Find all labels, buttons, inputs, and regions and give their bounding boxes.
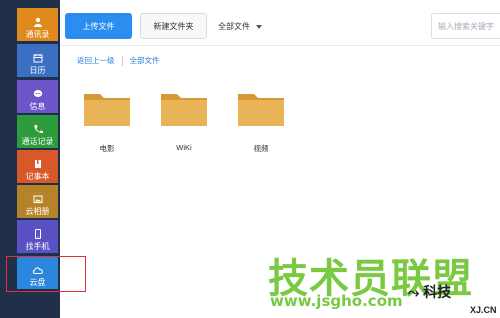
calendar-icon [32,52,44,64]
sidebar-item-calendar[interactable]: 日历 [17,44,58,77]
file-filter-label: 全部文件 [218,22,250,31]
sidebar-item-notepad[interactable]: 记事本 [17,150,58,183]
sidebar-item-cloud-album[interactable]: 云相册 [17,185,58,218]
all-files-link[interactable]: 全部文件 [130,55,160,66]
contacts-icon [32,16,44,28]
toolbar: 上传文件 新建文件夹 全部文件 输入搜索关键字 [60,0,500,46]
folder-item[interactable]: WiKi [159,88,209,152]
selection-highlight [6,256,86,292]
sidebar-item-messages[interactable]: 信息 [17,80,58,113]
sidebar-item-label: 记事本 [25,172,50,181]
sidebar-item-contacts[interactable]: 通讯录 [17,8,58,41]
watermark-badge-secondary: XJ.CN [470,305,497,315]
sidebar-item-label: 云相册 [25,207,50,216]
sidebar-item-label: 找手机 [25,242,50,251]
sidebar-item-find-phone[interactable]: 找手机 [17,220,58,253]
sidebar-item-label: 日历 [29,66,46,75]
breadcrumb: 返回上一级 全部文件 [77,55,160,66]
upload-button[interactable]: 上传文件 [65,13,132,39]
search-input[interactable]: 输入搜索关键字 [431,13,500,39]
folder-item[interactable]: 视频 [236,88,286,154]
sidebar-item-label: 通讯录 [25,30,50,39]
phone-icon [32,123,44,135]
folder-name: 电影 [99,144,115,153]
chevron-down-icon [256,24,262,29]
sidebar-item-call-log[interactable]: 通话记录 [17,115,58,148]
photo-icon [32,193,44,205]
folder-item[interactable]: 电影 [82,88,132,154]
message-icon [32,88,44,100]
folder-icon [159,88,209,133]
folder-icon [82,88,132,133]
new-folder-button[interactable]: 新建文件夹 [140,13,207,39]
find-phone-icon [32,228,44,240]
breadcrumb-divider [121,55,123,66]
sidebar-item-label: 信息 [29,102,46,111]
folder-name: WiKi [176,143,192,152]
notepad-icon [32,158,44,170]
sidebar-item-label: 通话记录 [21,137,54,146]
folder-name: 视频 [253,144,269,153]
back-link[interactable]: 返回上一级 [77,55,115,66]
folder-icon [236,88,286,133]
watermark-badge: ⤳ 科技 [408,284,452,300]
file-filter-dropdown[interactable]: 全部文件 [218,21,262,32]
watermark-url: www.jsgho.com [270,292,403,310]
